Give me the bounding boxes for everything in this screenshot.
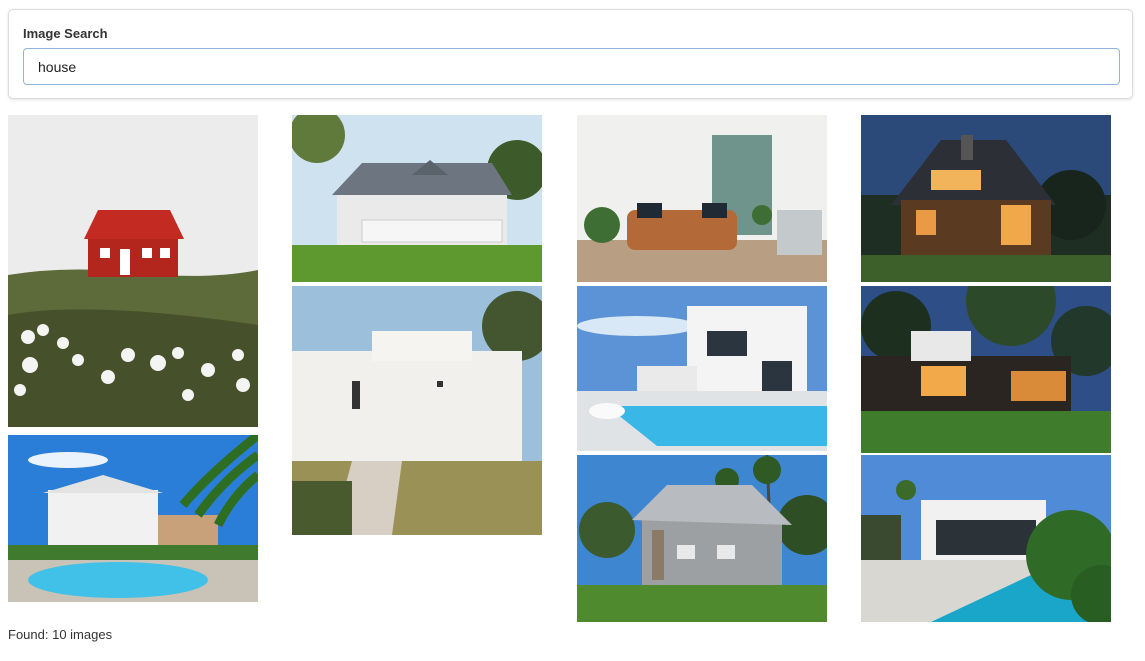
image-white-villa-pool[interactable] bbox=[8, 435, 258, 602]
image-white-cubic-house-graphic bbox=[292, 286, 542, 535]
search-label: Image Search bbox=[23, 26, 108, 41]
image-white-villa-pool-graphic bbox=[8, 435, 258, 602]
image-living-room-graphic bbox=[577, 115, 827, 282]
results-count: Found: 10 images bbox=[8, 627, 113, 642]
search-input[interactable] bbox=[23, 48, 1120, 85]
image-white-cubic-house[interactable] bbox=[292, 286, 542, 535]
image-modern-house-tropical[interactable] bbox=[861, 455, 1111, 622]
image-grey-farmhouse[interactable] bbox=[292, 115, 542, 282]
image-grey-farmhouse-graphic bbox=[292, 115, 542, 282]
image-white-house-pool[interactable] bbox=[577, 286, 827, 451]
image-red-cabin[interactable] bbox=[8, 115, 258, 427]
image-red-cabin-graphic bbox=[8, 115, 258, 427]
image-dark-modern-house-graphic bbox=[861, 286, 1111, 453]
image-white-house-pool-graphic bbox=[577, 286, 827, 451]
image-modern-house-tropical-graphic bbox=[861, 455, 1111, 622]
image-aframe-dusk[interactable] bbox=[861, 115, 1111, 282]
image-craftsman-house-graphic bbox=[577, 455, 827, 622]
search-panel: Image Search bbox=[8, 9, 1133, 99]
image-living-room[interactable] bbox=[577, 115, 827, 282]
image-dark-modern-house[interactable] bbox=[861, 286, 1111, 453]
image-aframe-dusk-graphic bbox=[861, 115, 1111, 282]
image-craftsman-house[interactable] bbox=[577, 455, 827, 622]
